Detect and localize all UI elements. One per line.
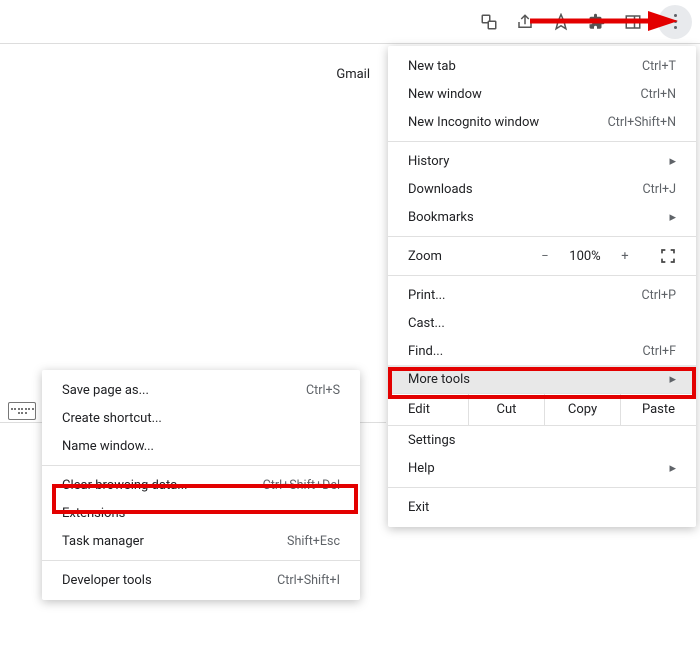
chrome-main-menu: New tab Ctrl+T New window Ctrl+N New Inc…: [388, 46, 696, 527]
menu-label: Bookmarks: [408, 210, 669, 225]
menu-label: Name window...: [62, 439, 340, 454]
menu-separator: [388, 275, 696, 276]
menu-settings[interactable]: Settings: [388, 426, 696, 454]
menu-label: Cast...: [408, 316, 676, 331]
keyboard-icon: [8, 402, 36, 420]
menu-separator: [388, 487, 696, 488]
menu-label: Settings: [408, 433, 676, 448]
menu-label: Exit: [408, 500, 676, 515]
zoom-in-button[interactable]: +: [614, 249, 636, 264]
menu-shortcut: Ctrl+N: [640, 87, 676, 102]
menu-label: Print...: [408, 288, 632, 303]
menu-label: Clear browsing data...: [62, 478, 253, 493]
menu-help[interactable]: Help ▸: [388, 454, 696, 482]
menu-print[interactable]: Print... Ctrl+P: [388, 281, 696, 309]
menu-history[interactable]: History ▸: [388, 147, 696, 175]
menu-label: Find...: [408, 344, 632, 359]
menu-label: Downloads: [408, 182, 633, 197]
chevron-right-icon: ▸: [669, 372, 676, 387]
menu-separator: [42, 560, 360, 561]
submenu-clear-browsing-data[interactable]: Clear browsing data... Ctrl+Shift+Del: [42, 471, 360, 499]
panel-icon[interactable]: [622, 11, 644, 33]
menu-zoom-row: Zoom − 100% +: [388, 242, 696, 270]
gmail-link[interactable]: Gmail: [336, 67, 370, 82]
submenu-developer-tools[interactable]: Developer tools Ctrl+Shift+I: [42, 566, 360, 594]
share-icon[interactable]: [514, 11, 536, 33]
menu-label: Developer tools: [62, 573, 267, 588]
edit-label: Edit: [388, 394, 468, 425]
star-icon[interactable]: [550, 11, 572, 33]
submenu-save-page[interactable]: Save page as... Ctrl+S: [42, 376, 360, 404]
menu-label: New window: [408, 87, 630, 102]
menu-incognito[interactable]: New Incognito window Ctrl+Shift+N: [388, 108, 696, 136]
menu-downloads[interactable]: Downloads Ctrl+J: [388, 175, 696, 203]
paste-button[interactable]: Paste: [620, 394, 696, 425]
menu-new-window[interactable]: New window Ctrl+N: [388, 80, 696, 108]
zoom-out-button[interactable]: −: [534, 249, 556, 264]
extensions-icon[interactable]: [586, 11, 608, 33]
translate-icon[interactable]: [478, 11, 500, 33]
menu-new-tab[interactable]: New tab Ctrl+T: [388, 52, 696, 80]
copy-button[interactable]: Copy: [544, 394, 620, 425]
menu-shortcut: Ctrl+P: [642, 288, 676, 303]
more-tools-submenu: Save page as... Ctrl+S Create shortcut..…: [42, 370, 360, 600]
submenu-name-window[interactable]: Name window...: [42, 432, 360, 460]
menu-separator: [42, 465, 360, 466]
menu-find[interactable]: Find... Ctrl+F: [388, 337, 696, 365]
chevron-right-icon: ▸: [669, 461, 676, 476]
menu-shortcut: Shift+Esc: [287, 534, 340, 549]
menu-shortcut: Ctrl+F: [642, 344, 676, 359]
menu-label: Task manager: [62, 534, 277, 549]
submenu-create-shortcut[interactable]: Create shortcut...: [42, 404, 360, 432]
menu-edit-row: Edit Cut Copy Paste: [388, 393, 696, 426]
menu-label: Extensions: [62, 506, 340, 521]
menu-label: History: [408, 154, 669, 169]
zoom-value: 100%: [562, 249, 608, 264]
kebab-menu-button[interactable]: [658, 5, 692, 39]
submenu-extensions[interactable]: Extensions: [42, 499, 360, 527]
menu-bookmarks[interactable]: Bookmarks ▸: [388, 203, 696, 231]
menu-shortcut: Ctrl+Shift+Del: [263, 478, 340, 493]
browser-toolbar: [0, 0, 700, 44]
menu-separator: [388, 236, 696, 237]
menu-label: More tools: [408, 372, 669, 387]
kebab-icon: [674, 14, 677, 29]
menu-more-tools[interactable]: More tools ▸: [388, 365, 696, 393]
fullscreen-icon[interactable]: [660, 248, 676, 264]
menu-shortcut: Ctrl+T: [642, 59, 676, 74]
zoom-label: Zoom: [408, 249, 528, 264]
menu-label: Save page as...: [62, 383, 296, 398]
menu-shortcut: Ctrl+Shift+N: [608, 115, 676, 130]
menu-label: Create shortcut...: [62, 411, 340, 426]
menu-label: Help: [408, 461, 669, 476]
submenu-task-manager[interactable]: Task manager Shift+Esc: [42, 527, 360, 555]
chevron-right-icon: ▸: [669, 210, 676, 225]
chevron-right-icon: ▸: [669, 154, 676, 169]
menu-separator: [388, 141, 696, 142]
menu-exit[interactable]: Exit: [388, 493, 696, 521]
menu-cast[interactable]: Cast...: [388, 309, 696, 337]
cut-button[interactable]: Cut: [468, 394, 544, 425]
menu-shortcut: Ctrl+S: [306, 383, 340, 398]
menu-label: New Incognito window: [408, 115, 598, 130]
menu-shortcut: Ctrl+J: [643, 182, 677, 197]
menu-label: New tab: [408, 59, 632, 74]
menu-shortcut: Ctrl+Shift+I: [277, 573, 340, 588]
